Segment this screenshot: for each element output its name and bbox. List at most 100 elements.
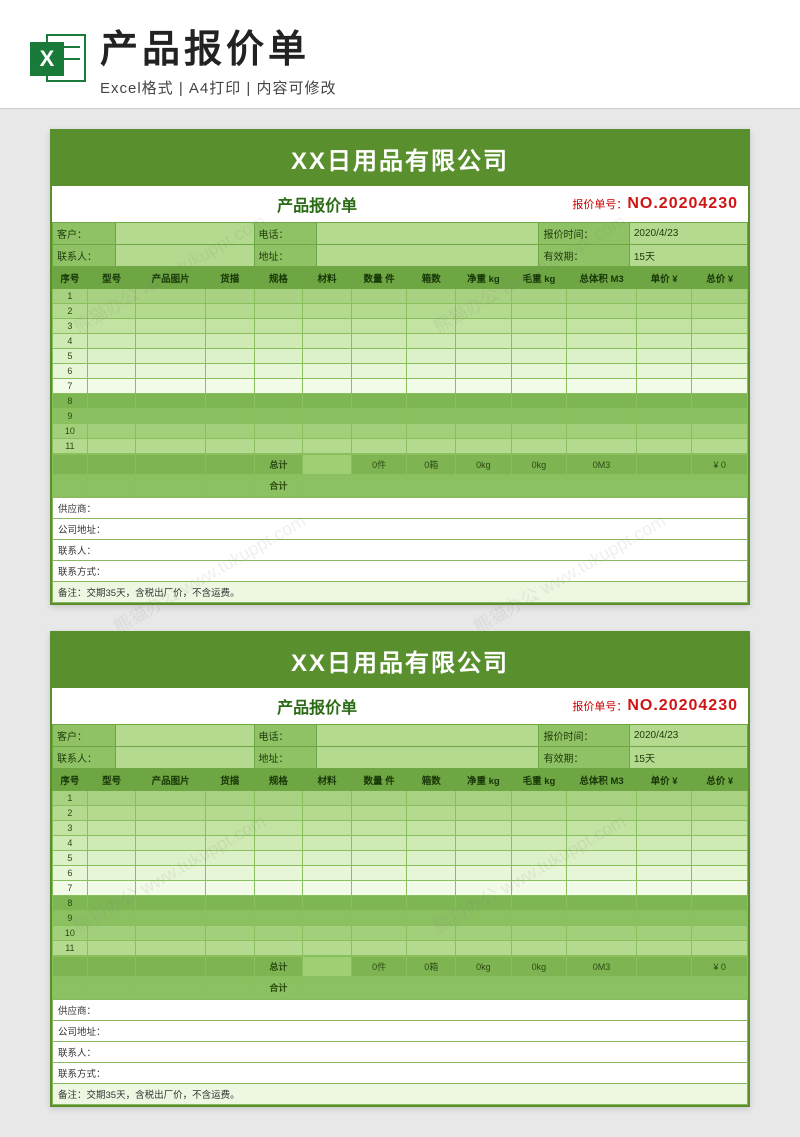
- cell: [205, 941, 254, 956]
- cell: [456, 806, 512, 821]
- quotation-sheet: XX日用品有限公司 产品报价单 报价单号：NO.20204230 客户： 电话：…: [50, 631, 750, 1107]
- cell: [407, 851, 456, 866]
- cell: [567, 379, 637, 394]
- cell: [456, 424, 512, 439]
- cell: [692, 304, 748, 319]
- cell: [87, 821, 136, 836]
- cell: [87, 926, 136, 941]
- cell: [205, 379, 254, 394]
- customer-info-table: 客户： 电话： 报价时间： 2020/4/23 联系人： 地址： 有效期： 15…: [52, 724, 748, 769]
- cell: [136, 304, 206, 319]
- cell: [567, 394, 637, 409]
- value-address: [317, 245, 539, 267]
- cell: [567, 851, 637, 866]
- cell: [567, 896, 637, 911]
- value-customer: [115, 223, 254, 245]
- cell: [407, 896, 456, 911]
- cell: [456, 941, 512, 956]
- table-row: 6: [53, 364, 748, 379]
- cell: [692, 821, 748, 836]
- cell: [636, 926, 692, 941]
- cell: [636, 349, 692, 364]
- cell: [303, 289, 352, 304]
- cell: [407, 439, 456, 454]
- label-footer-contact: 联系人：: [53, 540, 748, 561]
- cell: [205, 806, 254, 821]
- cell: [511, 866, 567, 881]
- cell: [254, 806, 303, 821]
- cell: [136, 911, 206, 926]
- cell: [136, 806, 206, 821]
- excel-icon: X: [30, 30, 86, 86]
- cell: [303, 349, 352, 364]
- cell: [254, 439, 303, 454]
- cell: [692, 379, 748, 394]
- cell: [511, 821, 567, 836]
- row-index: 1: [53, 791, 88, 806]
- cell: [407, 394, 456, 409]
- table-row: 9: [53, 911, 748, 926]
- cell: [136, 851, 206, 866]
- cell: [205, 911, 254, 926]
- cell: [636, 896, 692, 911]
- cell: [254, 896, 303, 911]
- cell: [407, 379, 456, 394]
- cell: [205, 896, 254, 911]
- cell: [692, 439, 748, 454]
- cell: [303, 424, 352, 439]
- cell: [692, 409, 748, 424]
- cell: [254, 851, 303, 866]
- row-index: 2: [53, 304, 88, 319]
- table-row: 7: [53, 881, 748, 896]
- row-index: 2: [53, 806, 88, 821]
- cell: [456, 791, 512, 806]
- cell: [636, 821, 692, 836]
- cell: [456, 349, 512, 364]
- cell: [692, 836, 748, 851]
- cell: [511, 289, 567, 304]
- cell: [692, 364, 748, 379]
- cell: [136, 896, 206, 911]
- cell: [407, 881, 456, 896]
- cell: [407, 319, 456, 334]
- cell: [87, 941, 136, 956]
- totals-boxes: 0箱: [407, 455, 456, 475]
- cell: [205, 821, 254, 836]
- cell: [254, 926, 303, 941]
- cell: [567, 941, 637, 956]
- totals-table: 总计 0件 0箱 0kg 0kg 0M3 ¥ 0 合计: [52, 956, 748, 999]
- cell: [351, 896, 407, 911]
- totals-label: 总计: [254, 455, 303, 475]
- cell: [254, 836, 303, 851]
- company-name: XX日用品有限公司: [52, 131, 748, 186]
- cell: [205, 364, 254, 379]
- cell: [205, 836, 254, 851]
- cell: [456, 836, 512, 851]
- cell: [351, 941, 407, 956]
- row-index: 3: [53, 319, 88, 334]
- label-tel: 联系方式：: [53, 561, 748, 582]
- cell: [567, 911, 637, 926]
- cell: [407, 821, 456, 836]
- cell: [456, 821, 512, 836]
- value-valid: 15天: [629, 245, 747, 267]
- cell: [351, 379, 407, 394]
- cell: [87, 896, 136, 911]
- cell: [205, 349, 254, 364]
- value-contact: [115, 245, 254, 267]
- cell: [692, 319, 748, 334]
- cell: [136, 349, 206, 364]
- cell: [567, 881, 637, 896]
- cell: [351, 926, 407, 941]
- table-row: 3: [53, 821, 748, 836]
- cell: [407, 364, 456, 379]
- table-row: 7: [53, 379, 748, 394]
- table-row: 1: [53, 791, 748, 806]
- cell: [511, 424, 567, 439]
- cell: [351, 409, 407, 424]
- cell: [87, 304, 136, 319]
- cell: [303, 821, 352, 836]
- cell: [636, 289, 692, 304]
- cell: [567, 409, 637, 424]
- cell: [456, 866, 512, 881]
